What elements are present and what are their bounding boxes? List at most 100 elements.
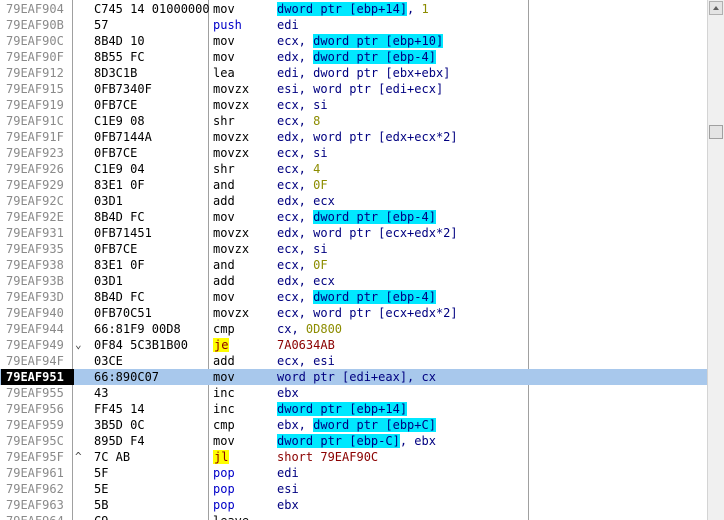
instruction-row[interactable]: 79EAF929 83E1 0F and ecx, 0F <box>0 177 707 193</box>
instruction-mnemonic: pop <box>213 466 235 480</box>
instruction-address: 79EAF92C <box>6 194 64 208</box>
instruction-row[interactable]: 79EAF93D 8B4D FC mov ecx, dword ptr [ebp-4] <box>0 289 707 305</box>
instruction-address: 79EAF923 <box>6 146 64 160</box>
instruction-hex-bytes: 03D1 <box>94 274 123 288</box>
instruction-row[interactable]: 79EAF961 5F pop edi <box>0 465 707 481</box>
instruction-row[interactable]: 79EAF955 43 inc ebx <box>0 385 707 401</box>
operand-text: ecx, si <box>277 146 328 160</box>
instruction-address: 79EAF931 <box>6 226 64 240</box>
instruction-row[interactable]: 79EAF964 C9 leave <box>0 513 707 520</box>
instruction-mnemonic: and <box>213 258 235 272</box>
instruction-row[interactable]: 79EAF940 0FB70C51 movzx ecx, word ptr [ecx+… <box>0 305 707 321</box>
immediate-value: 4 <box>313 162 321 176</box>
instruction-operands: ecx, 0F <box>277 257 527 273</box>
scrollbar-thumb[interactable] <box>709 125 723 140</box>
instruction-operands: cx, 0D800 <box>277 321 527 337</box>
instruction-address: 79EAF955 <box>6 386 64 400</box>
memory-operand-highlight: dword ptr [ebp+C] <box>313 418 436 432</box>
operand-text: ecx, <box>277 258 314 272</box>
instruction-row[interactable]: 79EAF956 FF45 14 inc dword ptr [ebp+14] <box>0 401 707 417</box>
instruction-row[interactable]: 79EAF944 66:81F9 00D8 cmp cx, 0D800 <box>0 321 707 337</box>
instruction-operands: ebx <box>277 385 527 401</box>
instruction-address: 79EAF904 <box>6 2 64 16</box>
instruction-mnemonic: add <box>213 194 235 208</box>
instruction-row[interactable]: 79EAF919 0FB7CE movzx ecx, si <box>0 97 707 113</box>
instruction-hex-bytes: C1E9 08 <box>94 114 145 128</box>
instruction-row[interactable]: 79EAF94F 03CE add ecx, esi <box>0 353 707 369</box>
instruction-mnemonic: and <box>213 178 235 192</box>
instruction-row[interactable]: 79EAF92C 03D1 add edx, ecx <box>0 193 707 209</box>
instruction-operands: edi <box>277 465 527 481</box>
instruction-row[interactable]: 79EAF931 0FB71451 movzx edx, word ptr [ecx+… <box>0 225 707 241</box>
instruction-hex-bytes: 03CE <box>94 354 123 368</box>
instruction-row[interactable]: 79EAF91C C1E9 08 shr ecx, 8 <box>0 113 707 129</box>
instruction-row[interactable]: 79EAF926 C1E9 04 shr ecx, 4 <box>0 161 707 177</box>
instruction-hex-bytes: 8B4D 10 <box>94 34 145 48</box>
operand-text: edx, word ptr [edx+ecx*2] <box>277 130 458 144</box>
instruction-row[interactable]: 79EAF912 8D3C1B lea edi, dword ptr [ebx+ebx… <box>0 65 707 81</box>
instruction-operands: edx, ecx <box>277 273 527 289</box>
instruction-row[interactable]: 79EAF963 5B pop ebx <box>0 497 707 513</box>
selected-instruction-row[interactable]: 79EAF951 66:890C07 mov word ptr [edi+eax], … <box>0 369 707 385</box>
instruction-hex-bytes: 5F <box>94 466 109 480</box>
instruction-row[interactable]: 79EAF91F 0FB7144A movzx edx, word ptr [edx+… <box>0 129 707 145</box>
operand-text: , <box>407 2 422 16</box>
instruction-operands: dword ptr [ebp+14], 1 <box>277 1 527 17</box>
instruction-row[interactable]: 79EAF90F 8B55 FC mov edx, dword ptr [ebp-4] <box>0 49 707 65</box>
jump-up-arrow-icon: ^ <box>75 450 82 463</box>
instruction-mnemonic: mov <box>213 370 235 384</box>
scroll-up-arrow-icon[interactable] <box>709 1 723 15</box>
instruction-row[interactable]: 79EAF949 ⌄ 0F84 5C3B1B00 je 7A0634AB <box>0 337 707 353</box>
instruction-operands: ecx, word ptr [ecx+edx*2] <box>277 305 527 321</box>
memory-operand-highlight: dword ptr [ebp+14] <box>277 2 408 16</box>
instruction-mnemonic: mov <box>213 2 235 16</box>
instruction-operands: edi, dword ptr [ebx+ebx] <box>277 65 527 81</box>
instruction-operands: ecx, dword ptr [ebp-4] <box>277 289 527 305</box>
vertical-scrollbar[interactable] <box>707 0 724 520</box>
operand-text: edi <box>277 18 299 32</box>
instruction-row[interactable]: 79EAF935 0FB7CE movzx ecx, si <box>0 241 707 257</box>
operand-text: ecx, <box>277 178 314 192</box>
instruction-row[interactable]: 79EAF92E 8B4D FC mov ecx, dword ptr [ebp-4] <box>0 209 707 225</box>
instruction-row[interactable]: 79EAF93B 03D1 add edx, ecx <box>0 273 707 289</box>
instruction-mnemonic: pop <box>213 498 235 512</box>
instruction-mnemonic: movzx <box>213 82 250 96</box>
operand-text: cx, <box>277 322 306 336</box>
instruction-row[interactable]: 79EAF938 83E1 0F and ecx, 0F <box>0 257 707 273</box>
instruction-hex-bytes: 7C AB <box>94 450 131 464</box>
instruction-row[interactable]: 79EAF959 3B5D 0C cmp ebx, dword ptr [ebp+C] <box>0 417 707 433</box>
instruction-address: 79EAF93B <box>6 274 64 288</box>
instruction-operands: 7A0634AB <box>277 337 527 353</box>
instruction-row[interactable]: 79EAF95F ^ 7C AB jl short 79EAF90C <box>0 449 707 465</box>
operand-text: ecx, <box>277 114 314 128</box>
instruction-mnemonic: mov <box>213 50 235 64</box>
instruction-hex-bytes: FF45 14 <box>94 402 145 416</box>
instruction-row[interactable]: 79EAF923 0FB7CE movzx ecx, si <box>0 145 707 161</box>
instruction-row[interactable]: 79EAF915 0FB7340F movzx esi, word ptr [edi+… <box>0 81 707 97</box>
instruction-mnemonic: inc <box>213 386 235 400</box>
instruction-address: 79EAF964 <box>6 513 72 520</box>
operand-text: edx, ecx <box>277 194 335 208</box>
instruction-row[interactable]: 79EAF90C 8B4D 10 mov ecx, dword ptr [ebp+10… <box>0 33 707 49</box>
instruction-row[interactable]: 79EAF904 C745 14 01000000 mov dword ptr [eb… <box>0 1 707 17</box>
instruction-mnemonic: push <box>213 18 242 32</box>
instruction-mnemonic: mov <box>213 210 235 224</box>
instruction-row[interactable]: 79EAF90B 57 push edi <box>0 17 707 33</box>
instruction-mnemonic: movzx <box>213 130 250 144</box>
memory-operand-highlight: dword ptr [ebp-4] <box>313 210 436 224</box>
instruction-hex-bytes: C1E9 04 <box>94 162 145 176</box>
instruction-mnemonic: movzx <box>213 146 250 160</box>
instruction-mnemonic: shr <box>213 162 235 176</box>
instruction-row[interactable]: 79EAF962 5E pop esi <box>0 481 707 497</box>
operand-text: edx, ecx <box>277 274 335 288</box>
instruction-address: 79EAF949 <box>6 338 64 352</box>
disassembly-view[interactable]: 79EAF904 C745 14 01000000 mov dword ptr [eb… <box>0 0 707 520</box>
instruction-mnemonic: cmp <box>213 322 235 336</box>
instruction-mnemonic: lea <box>213 66 235 80</box>
instruction-operands: ecx, 8 <box>277 113 527 129</box>
operand-text: edx, word ptr [ecx+edx*2] <box>277 226 458 240</box>
immediate-value: 0D800 <box>305 322 343 336</box>
instruction-mnemonic: cmp <box>213 418 235 432</box>
instruction-row[interactable]: 79EAF95C 895D F4 mov dword ptr [ebp-C], ebx <box>0 433 707 449</box>
instruction-address: 79EAF919 <box>6 98 64 112</box>
